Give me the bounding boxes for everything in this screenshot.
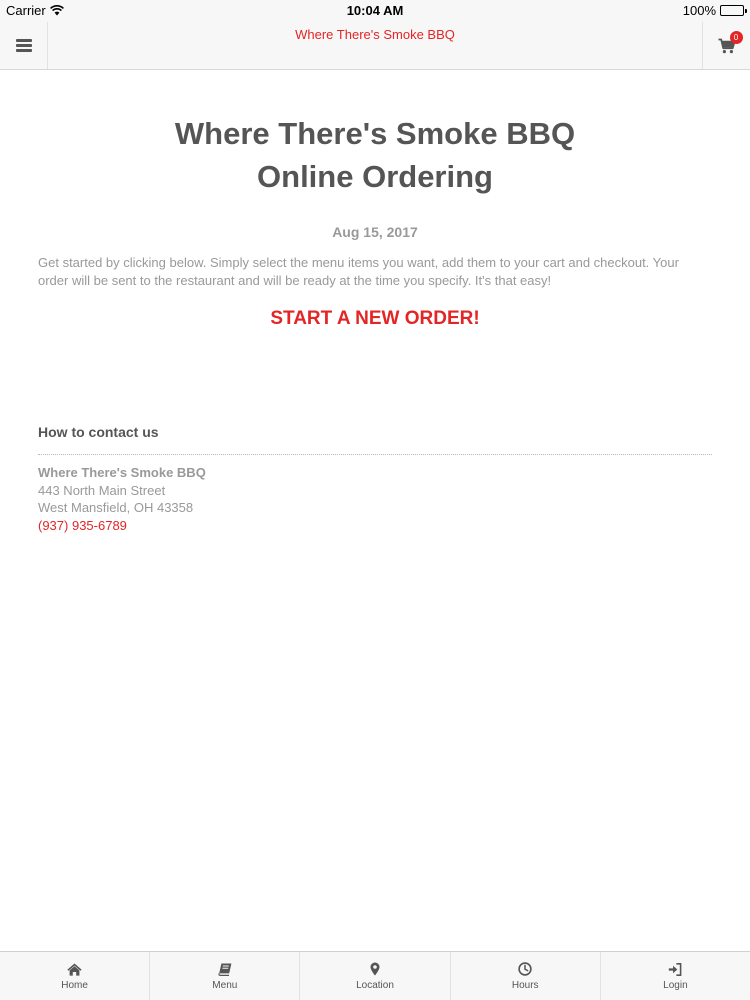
page-title-line-1: Where There's Smoke BBQ [174,116,576,151]
contact-heading: How to contact us [38,424,712,455]
nav-title: Where There's Smoke BBQ [295,27,455,42]
map-pin-icon [370,962,380,976]
battery-icon [720,5,747,16]
page-title-line-2: Online Ordering [257,159,493,194]
hamburger-icon [15,39,32,52]
home-icon [67,963,82,976]
tab-menu[interactable]: Menu [150,952,301,1000]
status-right: 100% [682,3,747,18]
cart-count-badge: 0 [729,30,743,44]
tab-bar: Home Menu Location Hours Login [0,951,750,1000]
status-time: 10:04 AM [346,3,404,18]
tab-home[interactable]: Home [0,952,151,1000]
tab-menu-label: Menu [212,979,238,991]
contact-block: Where There's Smoke BBQ 443 North Main S… [38,464,712,534]
contact-phone-link[interactable]: (937) 935-6789 [38,518,127,533]
tab-location-label: Location [356,979,394,991]
battery-percent: 100% [682,3,716,18]
contact-city: West Mansfield, OH 43358 [38,500,194,515]
contact-street: 443 North Main Street [38,482,166,498]
tab-hours-label: Hours [511,979,539,991]
tab-home-label: Home [61,979,88,991]
book-icon [218,963,232,976]
main-content: Where There's Smoke BBQ Online Ordering … [0,70,750,534]
clock-icon [518,962,532,976]
tab-location[interactable]: Location [300,952,451,1000]
contact-name: Where There's Smoke BBQ [38,465,206,480]
tab-hours[interactable]: Hours [451,952,601,1000]
sign-in-icon [669,962,682,976]
tab-login[interactable]: Login [601,952,750,1000]
page-date: Aug 15, 2017 [332,224,418,240]
menu-button[interactable] [0,22,48,69]
start-new-order-button[interactable]: START A NEW ORDER! [38,308,712,330]
tab-login-label: Login [663,979,688,991]
intro-text: Get started by clicking below. Simply se… [38,255,679,288]
cart-button[interactable]: 0 [702,22,750,69]
nav-bar: Where There's Smoke BBQ 0 [0,22,750,70]
status-bar: Carrier 10:04 AM 100% [0,0,750,22]
page-title: Where There's Smoke BBQ Online Ordering [38,112,712,198]
